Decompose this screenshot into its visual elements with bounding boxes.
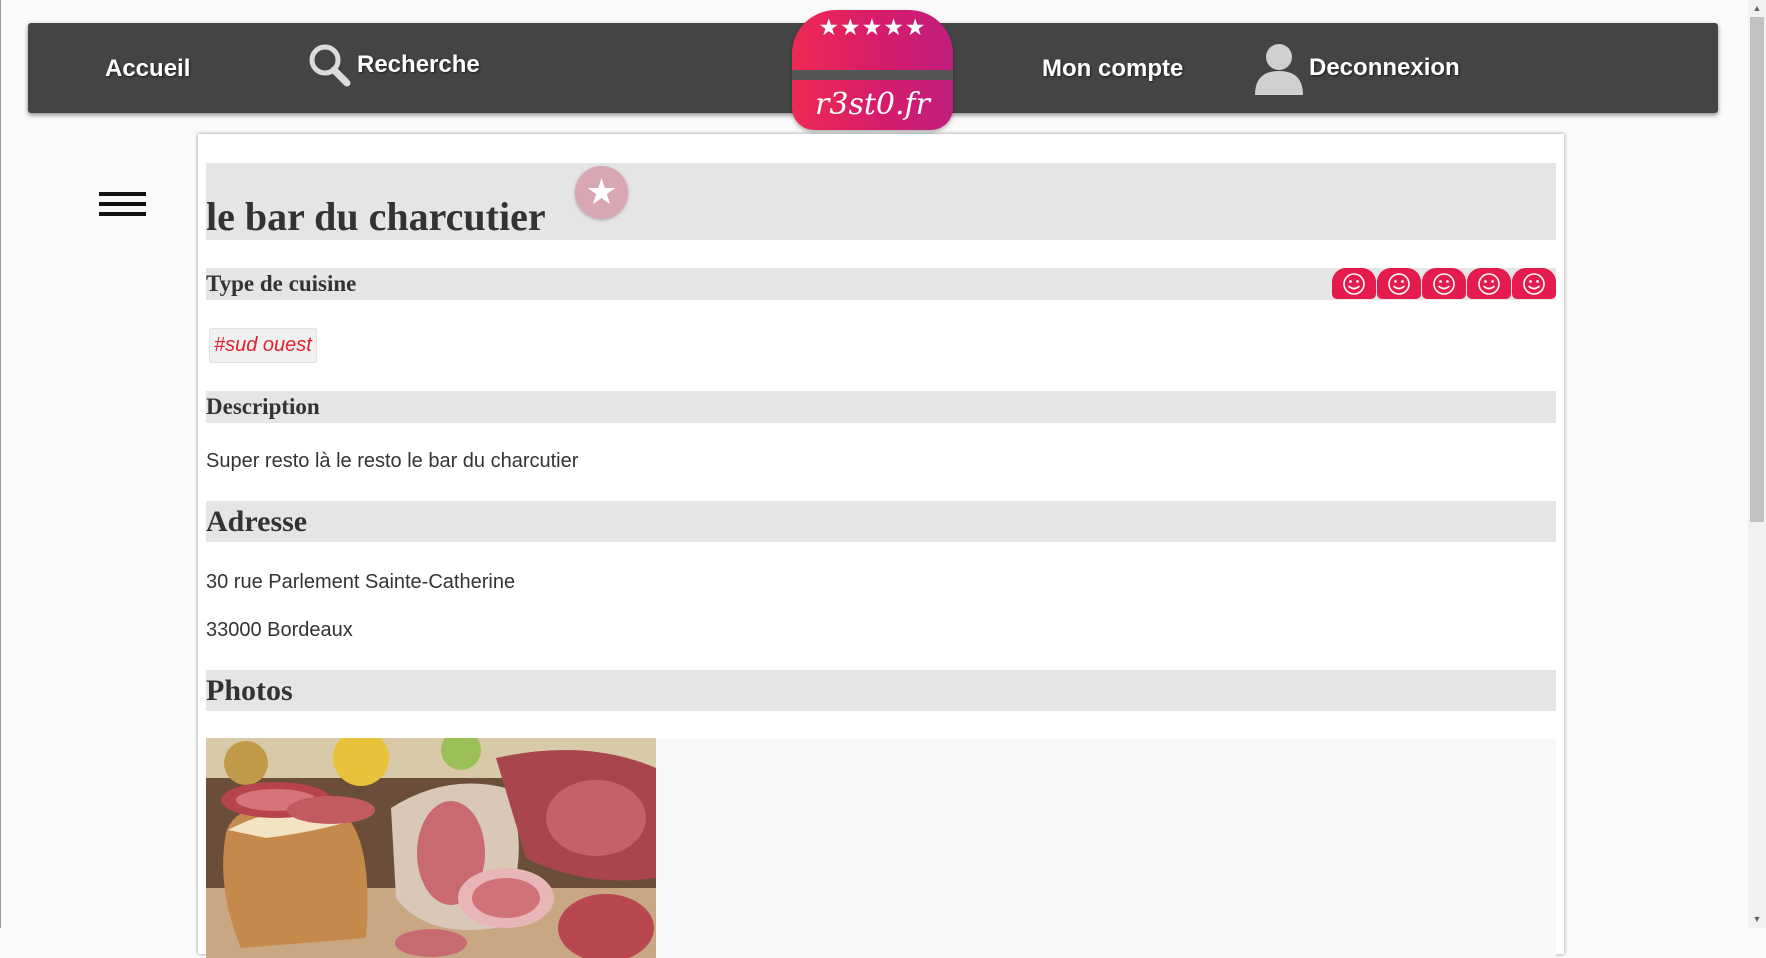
nav-account-label: Mon compte [1042,55,1184,82]
description-heading: Description [206,394,320,419]
cuisine-tag[interactable]: #sud ouest [209,328,317,363]
description-section-header: Description [206,391,1556,423]
smiley-icon [1512,268,1556,299]
nav-logout-label: Deconnexion [1309,54,1460,81]
nav-search-link[interactable]: Recherche [307,43,480,87]
logo-text: r3st0.fr [815,87,930,122]
cuisine-heading: Type de cuisine [206,271,357,296]
nav-account-link[interactable]: Mon compte [1042,55,1183,83]
nav-search-label: Recherche [357,51,480,78]
smiley-icon [1422,268,1466,299]
smiley-icon [1377,268,1421,299]
photo-gallery [206,738,1556,958]
nav-home-label: Accueil [105,55,191,82]
address-street: 30 rue Parlement Sainte-Catherine [206,571,516,593]
site-logo[interactable]: ★★★★★ r3st0.fr [792,10,953,130]
scroll-thumb[interactable] [1750,17,1764,522]
hamburger-menu-icon[interactable] [99,192,146,220]
address-heading: Adresse [206,505,308,538]
scroll-down-arrow-icon[interactable]: ▼ [1748,911,1766,928]
scroll-up-arrow-icon[interactable]: ▲ [1748,0,1766,17]
logo-stars: ★★★★★ [818,15,927,41]
smiley-icon [1467,268,1511,299]
nav-logout-link[interactable]: Deconnexion [1253,41,1460,95]
search-icon [309,44,351,87]
page-scrollbar[interactable]: ▲ ▼ [1748,0,1766,928]
address-city: 33000 Bordeaux [206,619,353,641]
favorite-star-icon[interactable]: ★ [575,166,628,219]
rating-smileys [1332,268,1556,299]
description-text: Super resto là le resto le bar du charcu… [206,450,579,472]
restaurant-card: le bar du charcutier ★ Type de cuisine #… [198,134,1564,958]
photos-heading: Photos [206,674,293,707]
title-bar: le bar du charcutier ★ [206,163,1556,240]
user-icon [1255,44,1303,95]
nav-home-link[interactable]: Accueil [105,55,190,83]
window-edge [0,0,1,928]
address-section-header: Adresse [206,501,1556,542]
restaurant-photo[interactable] [206,738,656,958]
logo-band [792,70,953,80]
cuisine-section-header: Type de cuisine [206,268,1556,300]
restaurant-name: le bar du charcutier [206,194,546,239]
photos-section-header: Photos [206,670,1556,711]
smiley-icon [1332,268,1376,299]
